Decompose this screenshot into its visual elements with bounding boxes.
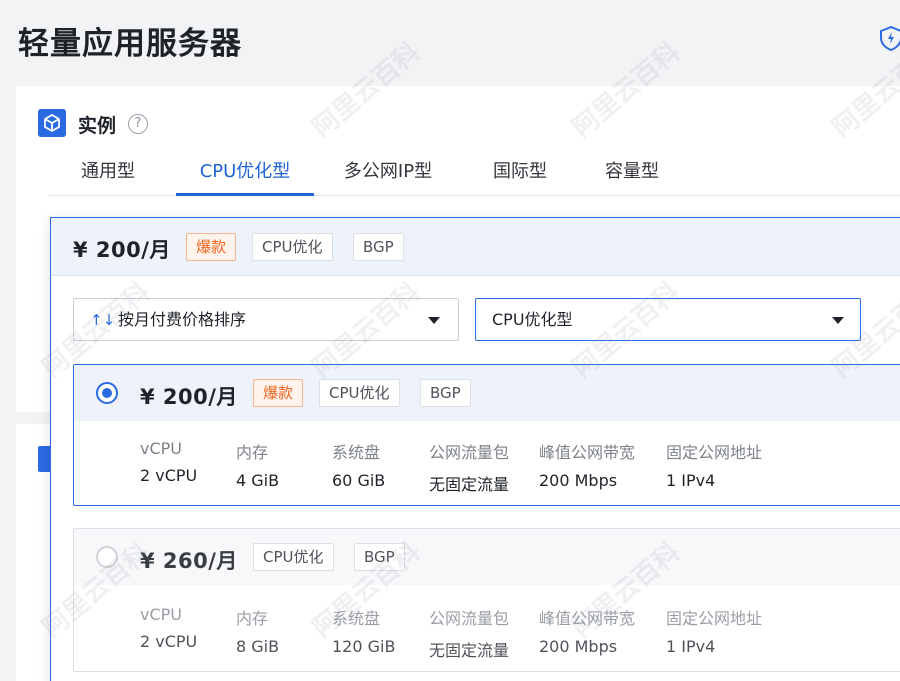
- cpu-badge: CPU优化: [253, 543, 334, 571]
- spec-vcpu: vCPU 2 vCPU: [140, 605, 197, 651]
- sort-select[interactable]: ↑↓ 按月付费价格排序: [73, 298, 459, 341]
- plan-price: ¥ 260/月: [140, 545, 238, 575]
- sort-icon: ↑↓: [90, 311, 115, 329]
- plan-card-header: ¥ 260/月 CPU优化 BGP: [74, 529, 900, 585]
- tab-cpu-optimized[interactable]: CPU优化型: [176, 154, 314, 196]
- section-title: 实例: [78, 111, 116, 138]
- plan-card[interactable]: ¥ 200/月 爆款 CPU优化 BGP vCPU 2 vCPU 内存 4 Gi…: [73, 364, 900, 506]
- shield-icon[interactable]: [878, 25, 900, 51]
- tab-general[interactable]: 通用型: [62, 154, 154, 196]
- spec-label: vCPU: [140, 605, 197, 624]
- chevron-down-icon: [832, 317, 844, 324]
- spec-value: 2 vCPU: [140, 466, 197, 485]
- hot-badge: 爆款: [253, 379, 303, 407]
- plan-radio[interactable]: [96, 546, 118, 568]
- type-select[interactable]: CPU优化型: [475, 298, 861, 341]
- spec-value: 无固定流量: [429, 637, 509, 661]
- hot-badge: 爆款: [186, 233, 236, 261]
- selected-plan-summary[interactable]: ¥ 200/月 爆款 CPU优化 BGP: [51, 218, 900, 276]
- spec-traffic: 公网流量包 无固定流量: [429, 605, 509, 661]
- tab-capacity[interactable]: 容量型: [600, 154, 664, 196]
- spec-label: 内存: [236, 605, 279, 629]
- spec-memory: 内存 4 GiB: [236, 439, 279, 490]
- spec-label: 公网流量包: [429, 439, 509, 463]
- plan-dropdown: ¥ 200/月 爆款 CPU优化 BGP ↑↓ 按月付费价格排序 CPU优化型 …: [50, 217, 900, 681]
- spec-memory: 内存 8 GiB: [236, 605, 279, 656]
- tab-multi-ip[interactable]: 多公网IP型: [338, 154, 438, 196]
- instance-type-tabs: 通用型 CPU优化型 多公网IP型 国际型 容量型: [48, 154, 900, 196]
- page-title: 轻量应用服务器: [18, 18, 242, 63]
- spec-value: 120 GiB: [332, 637, 395, 656]
- plan-price: ¥ 200/月: [140, 381, 238, 411]
- spec-value: 60 GiB: [332, 471, 385, 490]
- spec-label: 内存: [236, 439, 279, 463]
- spec-value: 8 GiB: [236, 637, 279, 656]
- spec-value: 2 vCPU: [140, 632, 197, 651]
- spec-label: 固定公网地址: [666, 605, 762, 629]
- type-select-value: CPU优化型: [492, 299, 573, 340]
- sort-select-value: 按月付费价格排序: [118, 299, 246, 340]
- spec-traffic: 公网流量包 无固定流量: [429, 439, 509, 495]
- spec-bandwidth: 峰值公网带宽 200 Mbps: [539, 605, 635, 656]
- bgp-badge: BGP: [420, 379, 471, 407]
- bgp-badge: BGP: [353, 233, 404, 261]
- help-icon[interactable]: ?: [128, 114, 148, 134]
- spec-vcpu: vCPU 2 vCPU: [140, 439, 197, 485]
- cube-icon: [38, 109, 66, 137]
- plan-card[interactable]: ¥ 260/月 CPU优化 BGP vCPU 2 vCPU 内存 8 GiB 系…: [73, 528, 900, 672]
- plan-card-header: ¥ 200/月 爆款 CPU优化 BGP: [74, 365, 900, 421]
- spec-label: 峰值公网带宽: [539, 439, 635, 463]
- plan-radio[interactable]: [96, 382, 118, 404]
- spec-ip: 固定公网地址 1 IPv4: [666, 605, 762, 656]
- cpu-badge: CPU优化: [252, 233, 333, 261]
- spec-disk: 系统盘 60 GiB: [332, 439, 385, 490]
- spec-label: 公网流量包: [429, 605, 509, 629]
- spec-value: 4 GiB: [236, 471, 279, 490]
- spec-label: 峰值公网带宽: [539, 605, 635, 629]
- spec-value: 200 Mbps: [539, 637, 635, 656]
- summary-price: ¥ 200/月: [73, 234, 171, 264]
- spec-ip: 固定公网地址 1 IPv4: [666, 439, 762, 490]
- spec-label: vCPU: [140, 439, 197, 458]
- spec-disk: 系统盘 120 GiB: [332, 605, 395, 656]
- spec-label: 系统盘: [332, 605, 395, 629]
- spec-value: 无固定流量: [429, 471, 509, 495]
- spec-bandwidth: 峰值公网带宽 200 Mbps: [539, 439, 635, 490]
- spec-label: 系统盘: [332, 439, 385, 463]
- spec-label: 固定公网地址: [666, 439, 762, 463]
- spec-value: 1 IPv4: [666, 637, 762, 656]
- spec-value: 200 Mbps: [539, 471, 635, 490]
- bgp-badge: BGP: [354, 543, 405, 571]
- chevron-down-icon: [428, 317, 440, 324]
- spec-value: 1 IPv4: [666, 471, 762, 490]
- cpu-badge: CPU优化: [319, 379, 400, 407]
- tab-international[interactable]: 国际型: [488, 154, 552, 196]
